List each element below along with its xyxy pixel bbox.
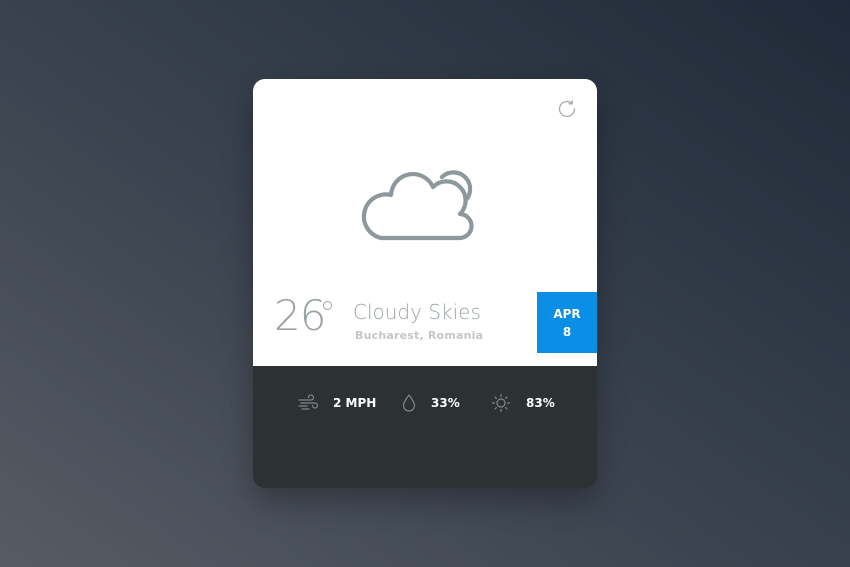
date-badge: APR 8 xyxy=(537,292,597,353)
date-month: APR xyxy=(553,307,581,321)
sunshine-stat: 83% xyxy=(489,391,569,415)
precipitation-value: 33% xyxy=(431,396,460,410)
wind-stat: 2 MPH xyxy=(296,391,386,415)
weather-stats-panel: 2 MPH 33% 83% xyxy=(253,366,597,488)
weather-card: 26 Cloudy Skies Bucharest, Romania APR 8… xyxy=(253,79,597,488)
weather-card-main: 26 Cloudy Skies Bucharest, Romania APR 8 xyxy=(253,79,597,366)
wind-icon xyxy=(296,391,320,415)
degree-symbol xyxy=(323,301,332,310)
cloud-sun-icon xyxy=(361,167,485,243)
raindrop-icon xyxy=(397,391,421,415)
temperature-value: 26 xyxy=(274,291,326,340)
weather-condition: Cloudy Skies xyxy=(353,300,481,324)
refresh-icon[interactable] xyxy=(555,97,579,121)
sun-icon xyxy=(489,391,513,415)
precipitation-stat: 33% xyxy=(397,391,477,415)
date-day: 8 xyxy=(562,325,572,339)
sunshine-value: 83% xyxy=(526,396,555,410)
location-label: Bucharest, Romania xyxy=(355,329,484,342)
wind-speed: 2 MPH xyxy=(333,396,377,410)
